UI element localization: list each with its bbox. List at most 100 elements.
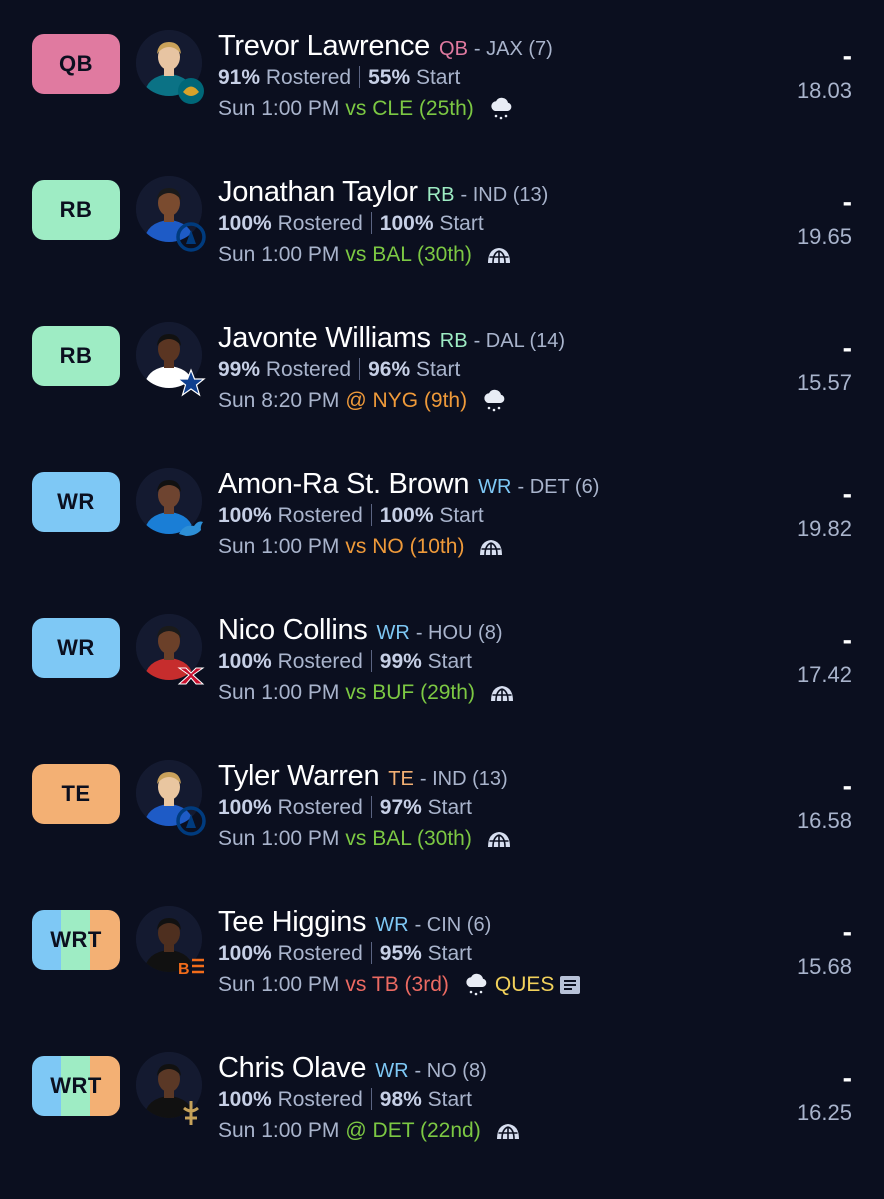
slot-badge[interactable]: QB [32,34,120,94]
rostered-label: Rostered [277,212,363,235]
position-tag: WR [375,914,409,936]
game-info: Sun 1:00 PM vs BUF (29th) [218,681,515,705]
game-time: Sun 1:00 PM [218,827,340,850]
opponent-matchup: vs TB (3rd) [345,973,449,996]
dome-icon[interactable] [486,827,512,851]
divider [370,212,372,234]
start-pct: 96% [368,358,411,381]
start-label: Start [415,66,461,89]
team-info: - JAX (7) [473,38,553,60]
dome-icon[interactable] [495,1119,521,1143]
projected-points: 15.68 [796,954,852,979]
snow-cloud-icon[interactable] [481,389,507,413]
opponent-matchup: vs NO (10th) [345,535,465,558]
game-time: Sun 8:20 PM [218,389,340,412]
projected-points: 15.57 [796,370,852,395]
projected-points: 19.65 [796,224,852,249]
news-icon[interactable] [559,973,583,997]
projected-points: 18.03 [796,78,852,103]
slot-badge[interactable]: WRT [32,1056,120,1116]
player-row[interactable]: WRT Chris Olave WR - NO (8) 100% Rostere… [0,1052,884,1198]
position-tag: RB [426,184,455,206]
start-pct: 100% [379,504,434,527]
slot-badge[interactable]: TE [32,764,120,824]
slot-badge[interactable]: RB [32,326,120,386]
game-info: Sun 1:00 PM vs TB (3rd) QUES [218,973,583,997]
slot-badge[interactable]: WR [32,472,120,532]
divider [370,650,372,672]
start-label: Start [427,650,473,673]
slot-badge[interactable]: WR [32,618,120,678]
snow-cloud-icon[interactable] [463,973,489,997]
position-tag: WR [375,1060,409,1082]
ownership-stats: 100% Rostered 98% Start [218,1088,472,1112]
start-pct: 97% [379,796,422,819]
snow-cloud-icon[interactable] [488,97,514,121]
position-tag: QB [439,38,468,60]
player-row[interactable]: RB Javonte Williams RB - DAL (14) 99% Ro… [0,322,884,468]
player-row[interactable]: RB Jonathan Taylor RB - IND (13) 100% Ro… [0,176,884,322]
player-header: Tee Higgins WR - CIN (6) [218,906,491,942]
player-name[interactable]: Tee Higgins [218,906,367,939]
colts-logo [176,806,206,836]
actual-points: - [842,916,852,947]
player-name[interactable]: Amon-Ra St. Brown [218,468,469,501]
player-name[interactable]: Jonathan Taylor [218,176,418,209]
actual-points: - [842,1062,852,1093]
svg-text:B: B [178,961,190,978]
rostered-label: Rostered [265,66,352,89]
player-row[interactable]: TE Tyler Warren TE - IND (13) 100% Roste… [0,760,884,906]
player-header: Tyler Warren TE - IND (13) [218,760,508,796]
player-row[interactable]: WRT B Tee Higgins WR - CIN (6) 100% Rost… [0,906,884,1052]
dome-icon[interactable] [486,243,512,267]
start-pct: 98% [379,1088,422,1111]
jaguars-logo [176,76,206,106]
player-row[interactable]: QB Trevor Lawrence QB - JAX (7) 91% Rost… [0,30,884,176]
rostered-pct: 100% [218,1088,272,1111]
dome-icon[interactable] [489,681,515,705]
start-pct: 95% [379,942,422,965]
slot-badge[interactable]: WRT [32,910,120,970]
injury-status[interactable]: QUES [495,973,555,997]
ownership-stats: 99% Rostered 96% Start [218,358,460,382]
texans-logo [176,660,206,690]
player-row[interactable]: WR Amon-Ra St. Brown WR - DET (6) 100% R… [0,468,884,614]
actual-points: - [842,624,852,655]
actual-points: - [842,186,852,217]
rostered-label: Rostered [277,650,363,673]
opponent-matchup: vs BAL (30th) [345,827,472,850]
player-name[interactable]: Nico Collins [218,614,368,647]
actual-points: - [842,332,852,363]
opponent-matchup: vs CLE (25th) [345,97,474,120]
player-header: Javonte Williams RB - DAL (14) [218,322,565,358]
player-header: Amon-Ra St. Brown WR - DET (6) [218,468,599,504]
start-label: Start [439,504,484,527]
projected-points: 16.25 [796,1100,852,1125]
slot-badge[interactable]: RB [32,180,120,240]
bengals-logo: B [176,952,206,982]
start-pct: 99% [379,650,422,673]
game-info: Sun 1:00 PM @ DET (22nd) [218,1119,521,1143]
divider [359,358,361,380]
dome-icon[interactable] [478,535,504,559]
start-label: Start [427,942,473,965]
position-tag: WR [478,476,512,498]
ownership-stats: 100% Rostered 99% Start [218,650,472,674]
player-row[interactable]: WR Nico Collins WR - HOU (8) 100% Roster… [0,614,884,760]
game-time: Sun 1:00 PM [218,97,340,120]
rostered-pct: 100% [218,212,272,235]
start-label: Start [415,358,461,381]
colts-logo [176,222,206,252]
actual-points: - [842,478,852,509]
team-info: - IND (13) [419,768,508,790]
actual-points: - [842,770,852,801]
player-name[interactable]: Trevor Lawrence [218,30,430,63]
team-info: - DAL (14) [473,330,566,352]
rostered-label: Rostered [277,796,363,819]
game-info: Sun 1:00 PM vs BAL (30th) [218,827,512,851]
player-name[interactable]: Javonte Williams [218,322,431,355]
actual-points: - [842,40,852,71]
player-name[interactable]: Chris Olave [218,1052,366,1085]
position-tag: TE [388,768,414,790]
player-name[interactable]: Tyler Warren [218,760,380,793]
